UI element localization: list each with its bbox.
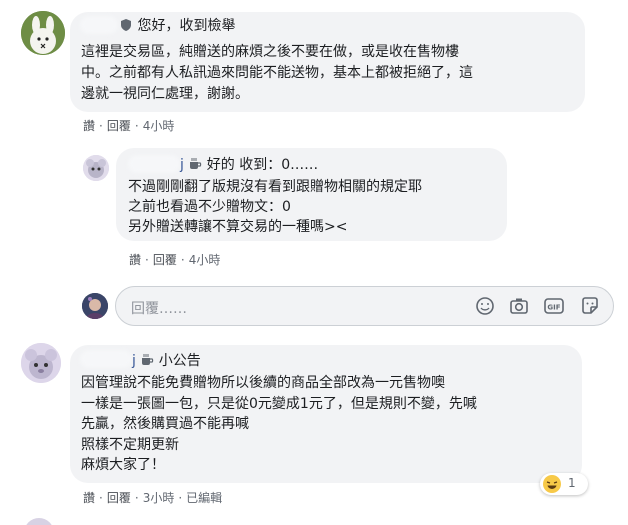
- reply-text-line: j 好的 收到：0……: [180, 156, 318, 177]
- sticker-icon[interactable]: [579, 295, 601, 317]
- edited-label[interactable]: 已編輯: [186, 489, 222, 506]
- comment-text-line: 麻煩大家了！: [81, 457, 165, 473]
- reply-input[interactable]: 回覆…… GIF: [115, 286, 614, 326]
- comment-actions: 讚 · 回覆 · 3小時 · 已編輯: [83, 489, 223, 506]
- name-suffix: j: [132, 353, 136, 369]
- timestamp[interactable]: 3小時: [143, 489, 175, 506]
- shield-badge-icon: [119, 18, 133, 38]
- commenter-avatar[interactable]: [21, 11, 65, 55]
- comment-text-line: 這裡是交易區，純贈送的麻煩之後不要在做，或是收在售物樓: [81, 44, 459, 60]
- replier-name[interactable]: [128, 155, 180, 173]
- reply-text-line: 之前也看過不少贈物文：0: [128, 199, 291, 215]
- reply-button[interactable]: 回覆: [107, 117, 131, 134]
- timestamp[interactable]: 4小時: [189, 251, 221, 268]
- reply-button[interactable]: 回覆: [107, 489, 131, 506]
- reaction-count: 1: [568, 476, 576, 490]
- comment-text-line: 照樣不定期更新: [81, 437, 179, 453]
- comment-text-line: 中。之前都有人私訊過來問能不能送物，基本上都被拒絕了，這: [81, 65, 473, 81]
- coffee-icon: [140, 353, 154, 373]
- comment-text-line: 邊就一視同仁處理，謝謝。: [81, 86, 249, 102]
- comment-text-line: 先贏，然後購買過不能再喊: [81, 416, 249, 432]
- commenter-avatar[interactable]: [21, 343, 61, 383]
- reply-text-line: 不過剛剛翻了版規沒有看到跟贈物相關的規定耶: [128, 179, 422, 195]
- coffee-icon: [188, 157, 202, 177]
- reaction-summary[interactable]: 1: [540, 473, 588, 495]
- reply-text-line: 另外贈送轉讓不算交易的一種嗎><: [128, 219, 348, 235]
- comment-actions: 讚 · 回覆 · 4小時: [83, 117, 175, 134]
- haha-reaction-icon: [543, 475, 561, 493]
- camera-icon[interactable]: [508, 295, 530, 317]
- current-user-avatar: [82, 293, 108, 319]
- next-commenter-avatar[interactable]: [24, 518, 54, 525]
- svg-text:GIF: GIF: [547, 304, 560, 312]
- commenter-name[interactable]: [80, 16, 118, 34]
- reply-button[interactable]: 回覆: [153, 251, 177, 268]
- gif-icon[interactable]: GIF: [543, 295, 565, 317]
- reply-placeholder: 回覆……: [131, 301, 187, 317]
- emoji-icon[interactable]: [474, 295, 496, 317]
- replier-avatar[interactable]: [83, 155, 109, 181]
- comment-text-line: 您好，收到檢舉: [119, 17, 235, 38]
- reply-actions: 讚 · 回覆 · 4小時: [129, 251, 221, 268]
- commenter-name[interactable]: [80, 350, 132, 368]
- timestamp[interactable]: 4小時: [143, 117, 175, 134]
- comment-text-line: 一樣是一張圖一包，只是從0元變成1元了，但是規則不變，先喊: [81, 396, 477, 412]
- comment-text-line: 因管理說不能免費贈物所以後續的商品全部改為一元售物噢: [81, 375, 445, 391]
- name-suffix: j: [180, 157, 184, 173]
- comment-text-line: j 小公告: [132, 352, 201, 373]
- like-button[interactable]: 讚: [83, 117, 95, 134]
- like-button[interactable]: 讚: [83, 489, 95, 506]
- like-button[interactable]: 讚: [129, 251, 141, 268]
